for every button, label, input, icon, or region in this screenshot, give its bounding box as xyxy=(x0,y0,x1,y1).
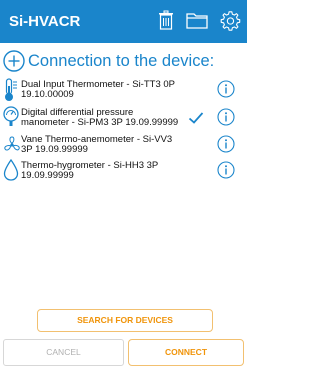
thermometer-icon xyxy=(3,78,19,107)
device-name-line2: 19.10.00009 xyxy=(21,89,74,100)
info-icon[interactable] xyxy=(217,108,235,131)
app-title: Si-HVACR xyxy=(9,13,81,30)
device-name: Vane Thermo-anemometer - Si-VV3 3P 19.09… xyxy=(21,135,172,155)
check-icon xyxy=(188,111,204,130)
device-name: Digital differential pressure manometer … xyxy=(21,108,178,128)
device-row[interactable]: Thermo-hygrometer - Si-HH3 3P 19.09.9999… xyxy=(0,158,247,186)
pressure-gauge-icon xyxy=(3,106,19,133)
connection-header: Connection to the device: xyxy=(3,50,243,74)
app-bar: Si-HVACR xyxy=(0,0,247,43)
device-name: Thermo-hygrometer - Si-HH3 3P 19.09.9999… xyxy=(21,161,158,181)
folder-icon[interactable] xyxy=(186,10,208,35)
device-row[interactable]: Digital differential pressure manometer … xyxy=(0,105,247,131)
info-icon[interactable] xyxy=(217,135,235,158)
gear-icon[interactable] xyxy=(219,10,241,37)
connection-title: Connection to the device: xyxy=(28,52,215,70)
device-row[interactable]: Dual Input Thermometer - Si-TT3 0P 19.10… xyxy=(0,77,247,103)
device-row[interactable]: Vane Thermo-anemometer - Si-VV3 3P 19.09… xyxy=(0,133,247,157)
device-name-line2: 3P 19.09.99999 xyxy=(21,144,88,155)
device-name-line2: 19.09.99999 xyxy=(21,170,74,181)
bottom-action-bar: CANCEL CONNECT xyxy=(0,339,247,366)
info-icon[interactable] xyxy=(217,80,235,103)
plus-circle-icon[interactable] xyxy=(3,50,25,77)
trash-icon[interactable] xyxy=(158,10,174,35)
device-name-line2: manometer - Si-PM3 3P 19.09.99999 xyxy=(21,117,179,128)
cancel-button[interactable]: CANCEL xyxy=(3,339,124,366)
connect-button[interactable]: CONNECT xyxy=(128,339,244,366)
water-drop-icon xyxy=(3,158,19,186)
fan-icon xyxy=(3,136,21,159)
device-name: Dual Input Thermometer - Si-TT3 0P 19.10… xyxy=(21,80,175,100)
search-devices-button[interactable]: SEARCH FOR DEVICES xyxy=(37,309,213,332)
info-icon[interactable] xyxy=(217,161,235,184)
